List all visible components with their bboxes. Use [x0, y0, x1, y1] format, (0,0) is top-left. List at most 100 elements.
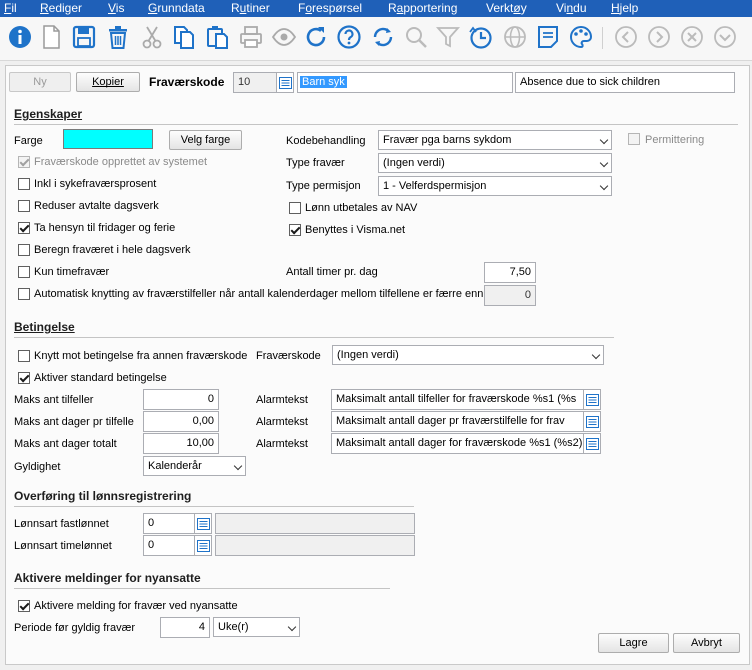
info-icon[interactable]: [6, 23, 34, 51]
arrow-left-icon[interactable]: [612, 23, 640, 51]
menu-item-text: il: [11, 1, 17, 15]
ny-button[interactable]: Ny: [9, 72, 71, 92]
save-icon[interactable]: [70, 23, 98, 51]
lonnsart-time-field[interactable]: 0: [143, 535, 195, 556]
chevron-down-icon: [233, 461, 243, 471]
lonn-nav-label: Lønn utbetales av NAV: [305, 202, 418, 214]
lonnsart-time-lookup[interactable]: [194, 535, 212, 556]
color-swatch[interactable]: [63, 129, 153, 149]
search-icon[interactable]: [402, 23, 430, 51]
menu-item-vis[interactable]: Vis: [108, 1, 124, 15]
alarmtekst-lookup-3[interactable]: [583, 433, 601, 454]
benyttes-visma-checkbox[interactable]: [289, 224, 301, 236]
menu-item-verktøy[interactable]: Verktøy: [486, 1, 527, 15]
web-icon[interactable]: [501, 23, 529, 51]
alarmtekst-field-2[interactable]: Maksimalt antall dager pr fraværstilfell…: [331, 411, 584, 432]
ta-hensyn-label: Ta hensyn til fridager og ferie: [34, 222, 176, 234]
history-icon[interactable]: [467, 23, 495, 51]
refresh-alt-icon[interactable]: [369, 23, 397, 51]
menu-item-text: Verkt: [486, 1, 514, 15]
paste-icon[interactable]: [204, 23, 232, 51]
maks-dager-totalt-field[interactable]: 10,00: [143, 433, 219, 454]
menu-item-mnemonic: ø: [513, 1, 521, 15]
refresh-icon[interactable]: [302, 23, 330, 51]
menu-item-rapportering[interactable]: Rapportering: [388, 1, 457, 15]
periode-field[interactable]: 4: [160, 617, 210, 638]
chevron-down-icon: [599, 181, 609, 191]
cut-icon[interactable]: [138, 23, 166, 51]
lonn-nav-checkbox[interactable]: [289, 202, 301, 214]
maks-dager-totalt-label: Maks ant dager totalt: [14, 438, 117, 450]
aktiver-standard-label: Aktiver standard betingelse: [34, 372, 167, 384]
egenskaper-separator: [14, 124, 738, 125]
preview-icon[interactable]: [270, 23, 298, 51]
system-created-checkbox: [18, 156, 30, 168]
settings-palette-icon[interactable]: [567, 23, 595, 51]
auto-knytting-field[interactable]: 0: [484, 285, 536, 306]
notes-icon[interactable]: [534, 23, 562, 51]
menu-item-text: respørsel: [312, 1, 363, 15]
help-icon[interactable]: [335, 23, 363, 51]
copy-icon[interactable]: [170, 23, 198, 51]
kun-timefravaer-checkbox[interactable]: [18, 266, 30, 278]
lonnsart-fast-field[interactable]: 0: [143, 513, 195, 534]
velg-farge-button[interactable]: Velg farge: [169, 130, 242, 150]
menu-item-rediger[interactable]: Rediger: [40, 1, 82, 15]
betingelse-fravaerskode-select[interactable]: (Ingen verdi): [332, 345, 604, 365]
arrow-right-icon[interactable]: [645, 23, 673, 51]
reduser-checkbox[interactable]: [18, 200, 30, 212]
filter-icon[interactable]: [434, 23, 462, 51]
menu-item-fil[interactable]: Fil: [4, 1, 17, 15]
code-field[interactable]: 10: [233, 72, 277, 93]
arrow-down-icon[interactable]: [711, 23, 739, 51]
menu-item-vindu[interactable]: Vindu: [556, 1, 587, 15]
description-field[interactable]: Absence due to sick children: [515, 72, 735, 93]
lagre-button[interactable]: Lagre: [598, 633, 669, 653]
alarmtekst-field-1[interactable]: Maksimalt antall tilfeller for fraværsko…: [331, 389, 584, 410]
lonnsart-fast-lookup[interactable]: [194, 513, 212, 534]
menu-item-hjelp[interactable]: Hjelp: [611, 1, 638, 15]
maks-dager-tilfelle-label: Maks ant dager pr tilfelle: [14, 416, 134, 428]
alarmtekst-lookup-1[interactable]: [583, 389, 601, 410]
ta-hensyn-checkbox[interactable]: [18, 222, 30, 234]
meldinger-title: Aktivere meldinger for nyansatte: [14, 571, 201, 585]
menu-item-text: ediger: [48, 1, 83, 15]
menu-item-text: du: [573, 1, 587, 15]
gyldighet-select[interactable]: Kalenderår: [143, 456, 246, 476]
menu-item-text: R: [388, 1, 397, 15]
list-icon: [585, 393, 599, 406]
menu-item-text: is: [115, 1, 125, 15]
aktiver-standard-checkbox[interactable]: [18, 372, 30, 384]
alarmtekst-lookup-2[interactable]: [583, 411, 601, 432]
beregn-checkbox[interactable]: [18, 244, 30, 256]
type-permisjon-select[interactable]: 1 - Velferdspermisjon: [378, 176, 612, 196]
periode-unit-select[interactable]: Uke(r): [213, 617, 300, 637]
maks-tilfeller-field[interactable]: 0: [143, 389, 219, 410]
delete-icon[interactable]: [104, 23, 132, 51]
alarmtekst-field-3[interactable]: Maksimalt antall dager for fraværskode %…: [331, 433, 584, 454]
name-field[interactable]: Barn syk: [297, 72, 513, 93]
knytt-mot-checkbox[interactable]: [18, 350, 30, 362]
maks-dager-tilfelle-field[interactable]: 0,00: [143, 411, 219, 432]
close-circle-icon[interactable]: [678, 23, 706, 51]
antall-timer-field[interactable]: 7,50: [484, 262, 536, 283]
inkl-sykefravaer-checkbox[interactable]: [18, 178, 30, 190]
menu-item-text: runndata: [157, 1, 205, 15]
maks-tilfeller-label: Maks ant tilfeller: [14, 394, 94, 406]
type-fravaer-select[interactable]: (Ingen verdi): [378, 153, 612, 173]
betingelse-fravaerskode-label: Fraværskode: [256, 350, 321, 362]
aktivere-melding-checkbox[interactable]: [18, 600, 30, 612]
auto-knytting-checkbox[interactable]: [18, 288, 30, 300]
print-icon[interactable]: [237, 23, 265, 51]
new-document-icon[interactable]: [37, 23, 65, 51]
menu-item-grunndata[interactable]: Grunndata: [148, 1, 205, 15]
betingelse-fravaerskode-value: (Ingen verdi): [337, 349, 399, 361]
avbryt-button[interactable]: Avbryt: [673, 633, 740, 653]
kodebehandling-select[interactable]: Fravær pga barns sykdom: [378, 130, 612, 150]
menu-item-rutiner[interactable]: Rutiner: [231, 1, 270, 15]
list-icon: [278, 76, 292, 89]
code-lookup-button[interactable]: [276, 72, 294, 93]
kopier-button[interactable]: Kopier: [76, 72, 140, 92]
farge-label: Farge: [14, 135, 43, 147]
menu-item-forespørsel[interactable]: Forespørsel: [298, 1, 362, 15]
